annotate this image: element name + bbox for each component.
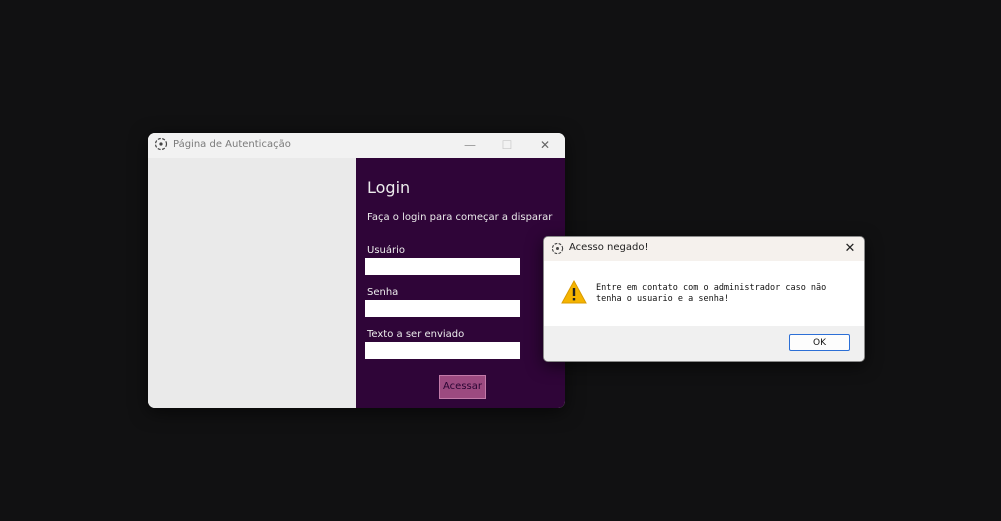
dialog-message: Entre em contato com o administrador cas… <box>596 283 827 304</box>
dialog-title-bar[interactable]: Acesso negado! ✕ <box>544 237 864 261</box>
maximize-button[interactable]: ☐ <box>493 135 521 155</box>
dialog-title: Acesso negado! <box>569 242 649 253</box>
password-input[interactable] <box>365 300 520 317</box>
login-heading: Login <box>367 178 411 197</box>
close-button[interactable]: ✕ <box>531 135 559 155</box>
ok-button[interactable]: OK <box>789 334 850 351</box>
window-title: Página de Autenticação <box>173 139 291 150</box>
access-button[interactable]: Acessar <box>439 375 486 399</box>
auth-window: Página de Autenticação — ☐ ✕ Login Faça … <box>148 133 565 408</box>
left-panel <box>148 158 356 408</box>
username-label: Usuário <box>367 245 406 256</box>
warning-icon <box>561 279 587 304</box>
password-label: Senha <box>367 287 399 298</box>
dialog-close-button[interactable]: ✕ <box>840 239 860 259</box>
login-panel: Login Faça o login para começar a dispar… <box>356 158 565 408</box>
login-subtitle: Faça o login para começar a disparar <box>367 212 553 223</box>
app-icon <box>154 137 168 151</box>
message-input[interactable] <box>365 342 520 359</box>
username-input[interactable] <box>365 258 520 275</box>
title-bar[interactable]: Página de Autenticação — ☐ ✕ <box>148 133 565 158</box>
app-icon <box>551 242 564 255</box>
minimize-button[interactable]: — <box>456 135 484 155</box>
access-denied-dialog: Acesso negado! ✕ Entre em contato com o … <box>543 236 865 362</box>
message-label: Texto a ser enviado <box>367 329 465 340</box>
dialog-footer: OK <box>544 326 864 361</box>
